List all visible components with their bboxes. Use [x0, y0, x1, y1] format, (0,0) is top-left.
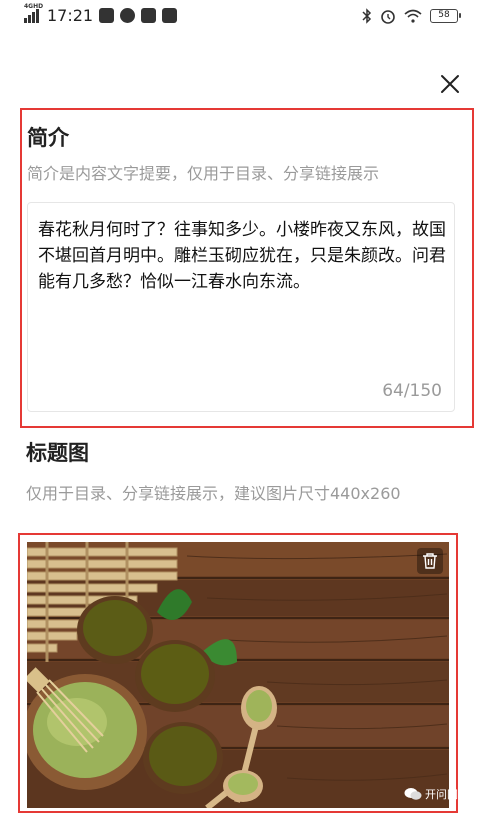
summary-title: 简介: [27, 126, 69, 150]
notification-icon: [99, 8, 115, 23]
watermark-text: 开问网: [425, 788, 458, 801]
battery-indicator: 58: [430, 9, 461, 23]
inbox-icon: [162, 8, 178, 23]
signal-icon: 4GHD: [24, 3, 43, 23]
wifi-icon: [404, 9, 422, 23]
cover-title: 标题图: [26, 441, 89, 465]
close-button[interactable]: [436, 70, 464, 98]
matcha-photo: [27, 542, 449, 808]
status-left: 4GHD 17:21: [24, 3, 178, 25]
summary-textarea[interactable]: 春花秋月何时了？往事知多少。小楼昨夜又东风，故国不堪回首月明中。雕栏玉砌应犹在，…: [27, 202, 455, 412]
delete-image-button[interactable]: [417, 548, 443, 574]
trash-icon: [423, 553, 437, 569]
cover-image[interactable]: [27, 542, 449, 808]
wechat-icon: [404, 788, 422, 800]
mail-icon: [141, 8, 157, 23]
status-right: 58: [362, 8, 461, 24]
network-type: 4GHD: [24, 2, 44, 10]
summary-text: 春花秋月何时了？往事知多少。小楼昨夜又东风，故国不堪回首月明中。雕栏玉砌应犹在，…: [38, 220, 446, 292]
watermark: 开问网: [404, 786, 458, 802]
character-counter: 64/150: [382, 381, 442, 401]
cover-image-frame: [18, 533, 458, 813]
status-time: 17:21: [47, 6, 94, 25]
cover-hint: 仅用于目录、分享链接展示，建议图片尺寸440x260: [26, 484, 401, 503]
bluetooth-icon: [362, 8, 372, 24]
alarm-icon: [381, 10, 395, 24]
status-bar: 4GHD 17:21 58: [0, 0, 480, 34]
summary-hint: 简介是内容文字提要，仅用于目录、分享链接展示: [27, 164, 380, 183]
close-icon: [441, 75, 459, 93]
chat-icon: [120, 8, 136, 23]
summary-section: 简介 简介是内容文字提要，仅用于目录、分享链接展示 春花秋月何时了？往事知多少。…: [20, 108, 474, 428]
